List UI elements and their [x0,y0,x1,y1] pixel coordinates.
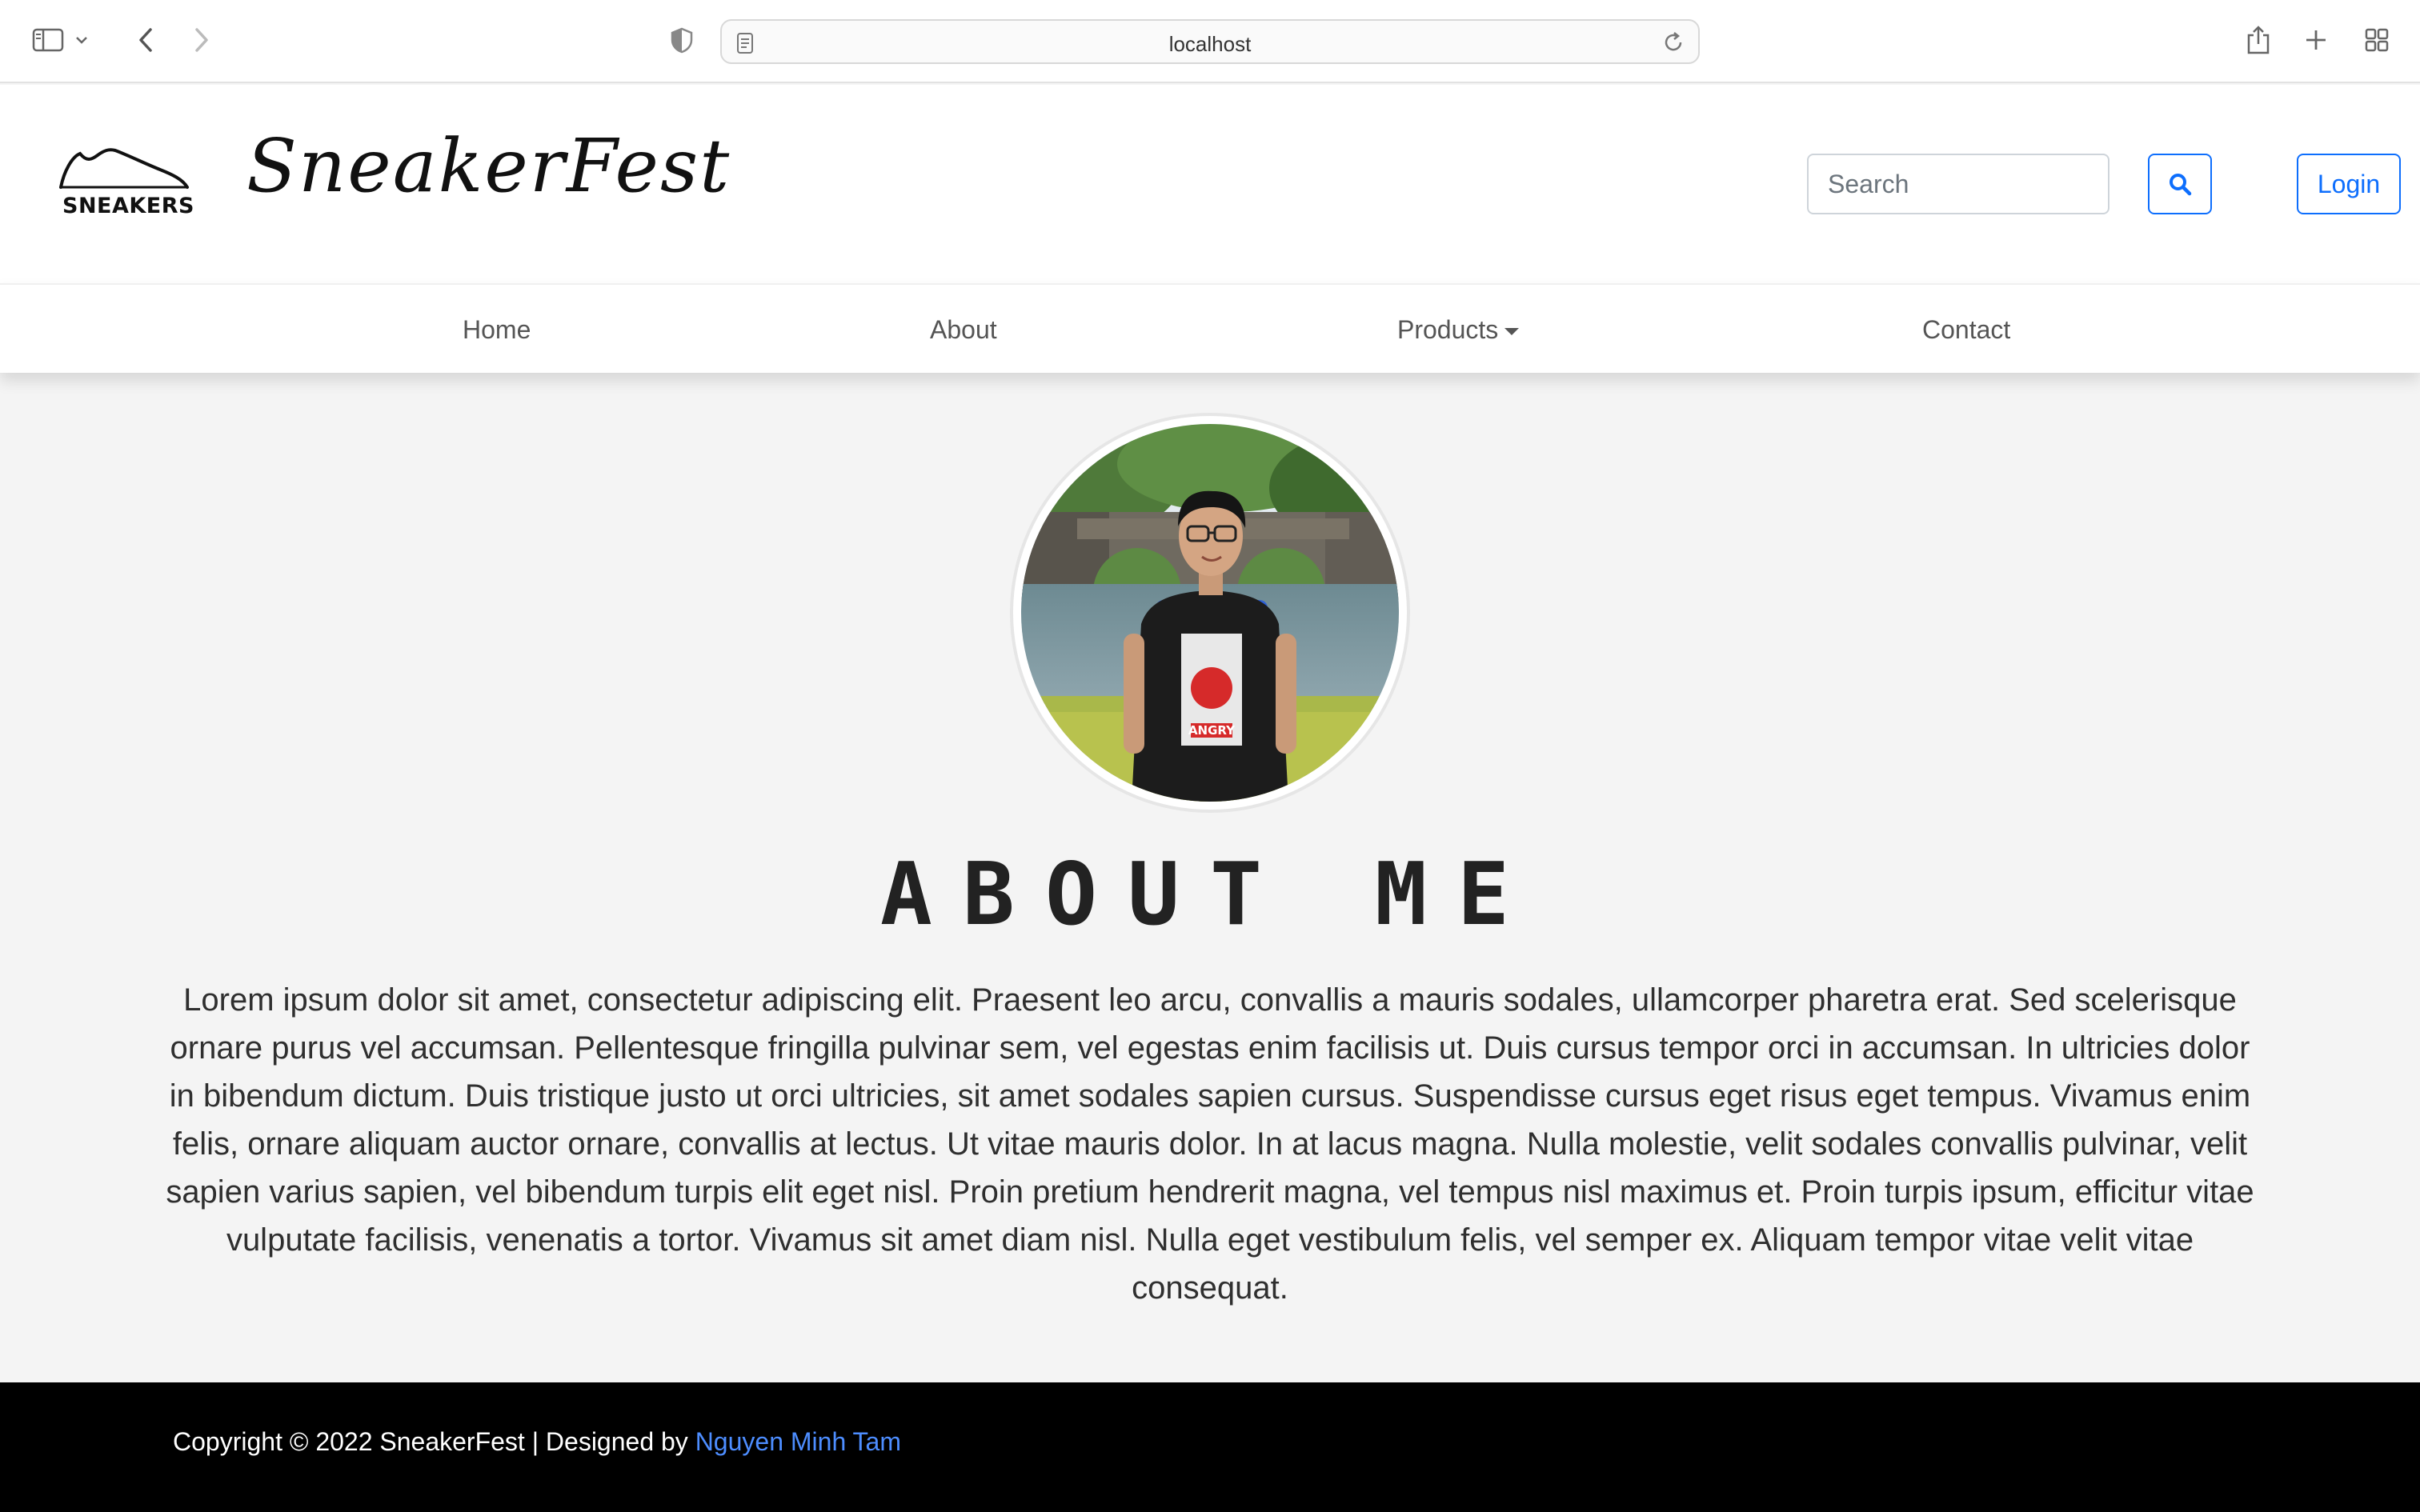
site-header: SNEAKERS SneakerFest Login [0,85,2420,283]
nav-item-products[interactable]: Products [1397,315,1520,345]
browser-toolbar: localhost [0,0,2420,83]
about-text: Lorem ipsum dolor sit amet, consectetur … [166,982,2254,1306]
profile-photo: ANGRY [1021,424,1399,802]
back-icon[interactable] [126,21,165,59]
sneaker-icon [59,148,189,189]
search-button[interactable] [2148,154,2212,214]
shield-icon[interactable] [663,21,701,59]
profile-avatar: ANGRY [1010,413,1410,813]
tabs-grid-icon[interactable] [2358,21,2396,59]
url-text: localhost [1168,32,1252,56]
share-icon[interactable] [2239,21,2278,59]
designer-link[interactable]: Nguyen Minh Tam [695,1427,901,1456]
about-title: ABOUT ME [879,845,1541,945]
reload-icon[interactable] [1661,30,1685,54]
search-input[interactable] [1807,154,2109,214]
plus-icon[interactable] [2297,21,2335,59]
nav-item-products-label: Products [1397,315,1499,344]
site-footer: Copyright © 2022 SneakerFest | Designed … [0,1382,2420,1512]
main-nav: Home About Products Contact [0,283,2420,373]
search-icon [2170,174,2192,196]
nav-item-home[interactable]: Home [463,315,531,345]
sneakers-logo[interactable]: SNEAKERS [56,139,194,227]
login-button[interactable]: Login [2297,154,2401,214]
footer-copyright: Copyright © 2022 SneakerFest | Designed … [173,1427,901,1457]
shirt-text: ANGRY [1188,723,1236,738]
sidebar-icon[interactable] [29,21,67,59]
nav-item-contact[interactable]: Contact [1922,315,2010,345]
chevron-down-icon[interactable] [72,21,91,59]
nav-item-about[interactable]: About [930,315,997,345]
forward-icon[interactable] [182,21,221,59]
caret-down-icon [1504,328,1520,336]
address-bar[interactable]: localhost [720,19,1700,64]
brand-name[interactable]: SneakerFest [246,123,731,209]
copyright-text: Copyright © 2022 SneakerFest | Designed … [173,1427,695,1456]
logo-text: SNEAKERS [62,194,194,218]
